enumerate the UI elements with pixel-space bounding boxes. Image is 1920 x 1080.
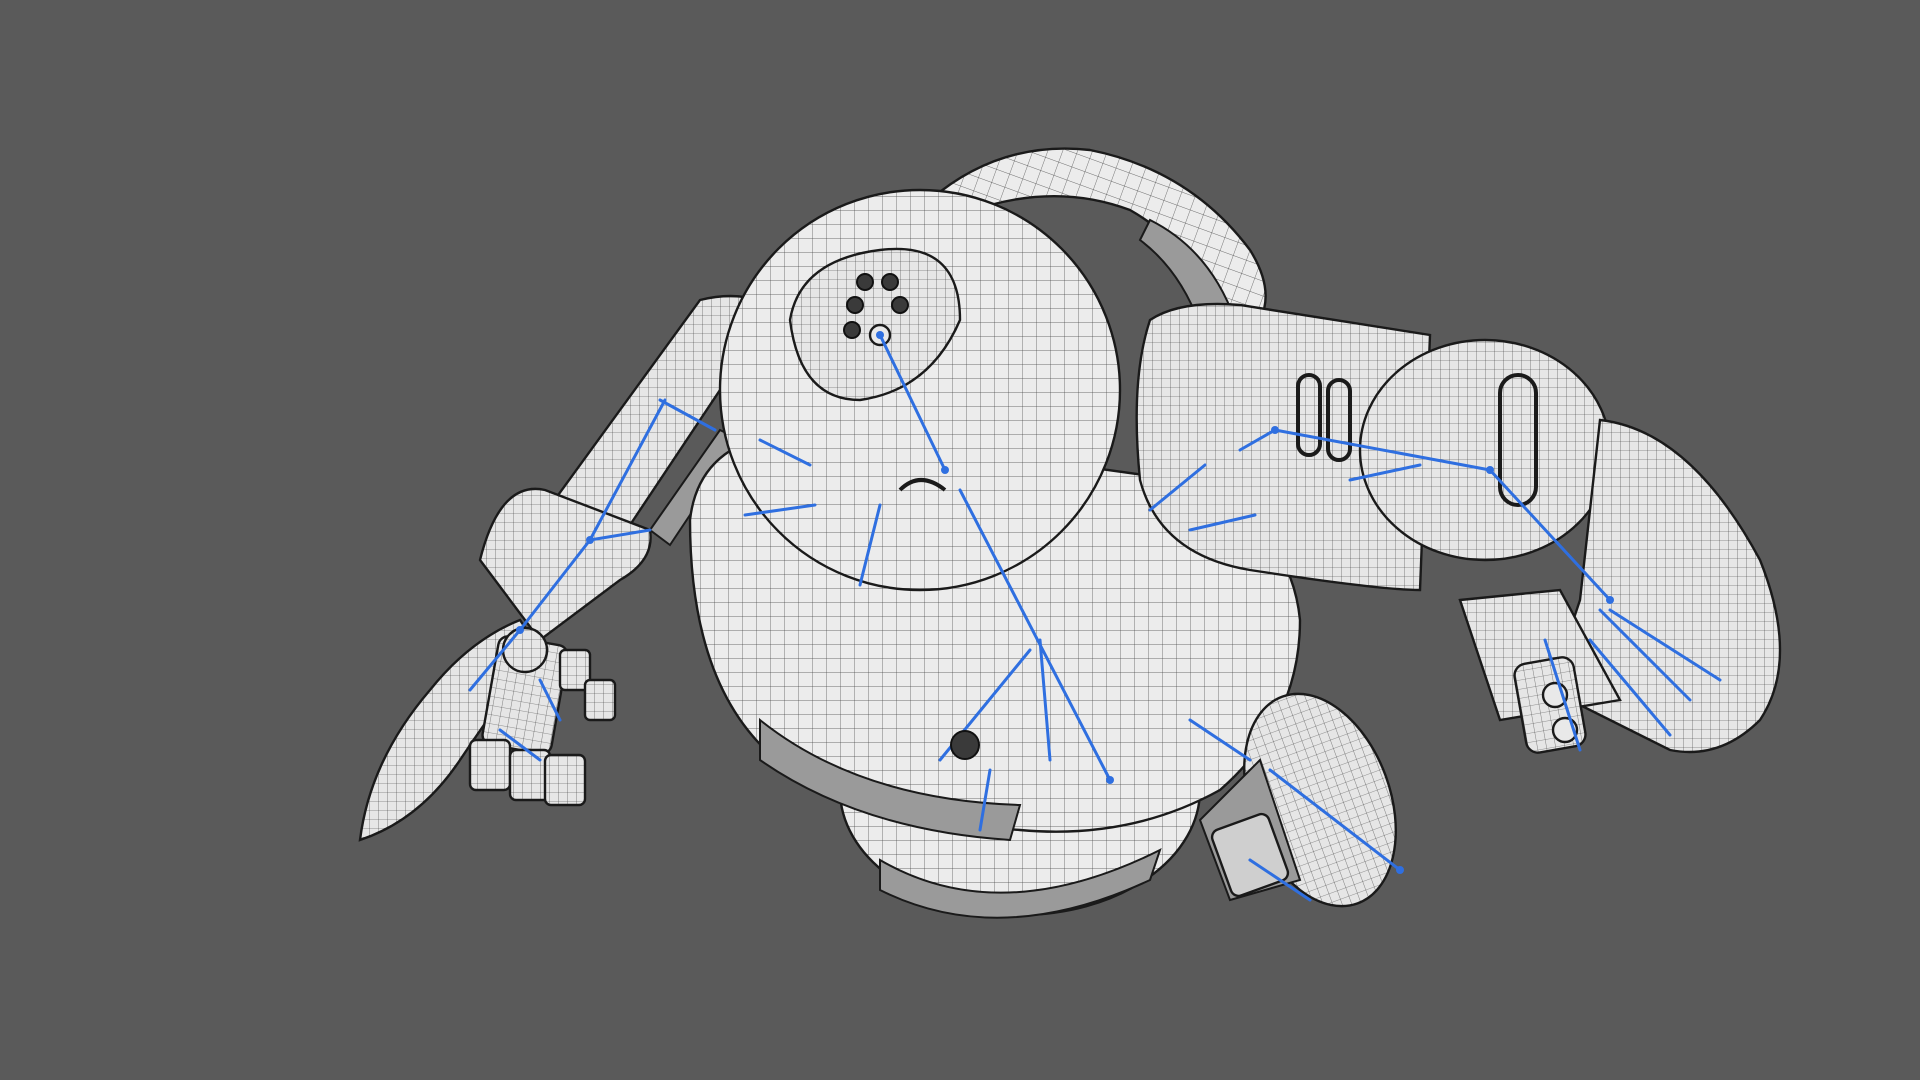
wireframe-robot-model[interactable] <box>0 0 1920 1080</box>
torso-port <box>950 730 980 760</box>
head-dome <box>718 188 1122 592</box>
3d-viewport[interactable] <box>0 0 1920 1080</box>
right-arm-disc <box>1358 338 1612 562</box>
